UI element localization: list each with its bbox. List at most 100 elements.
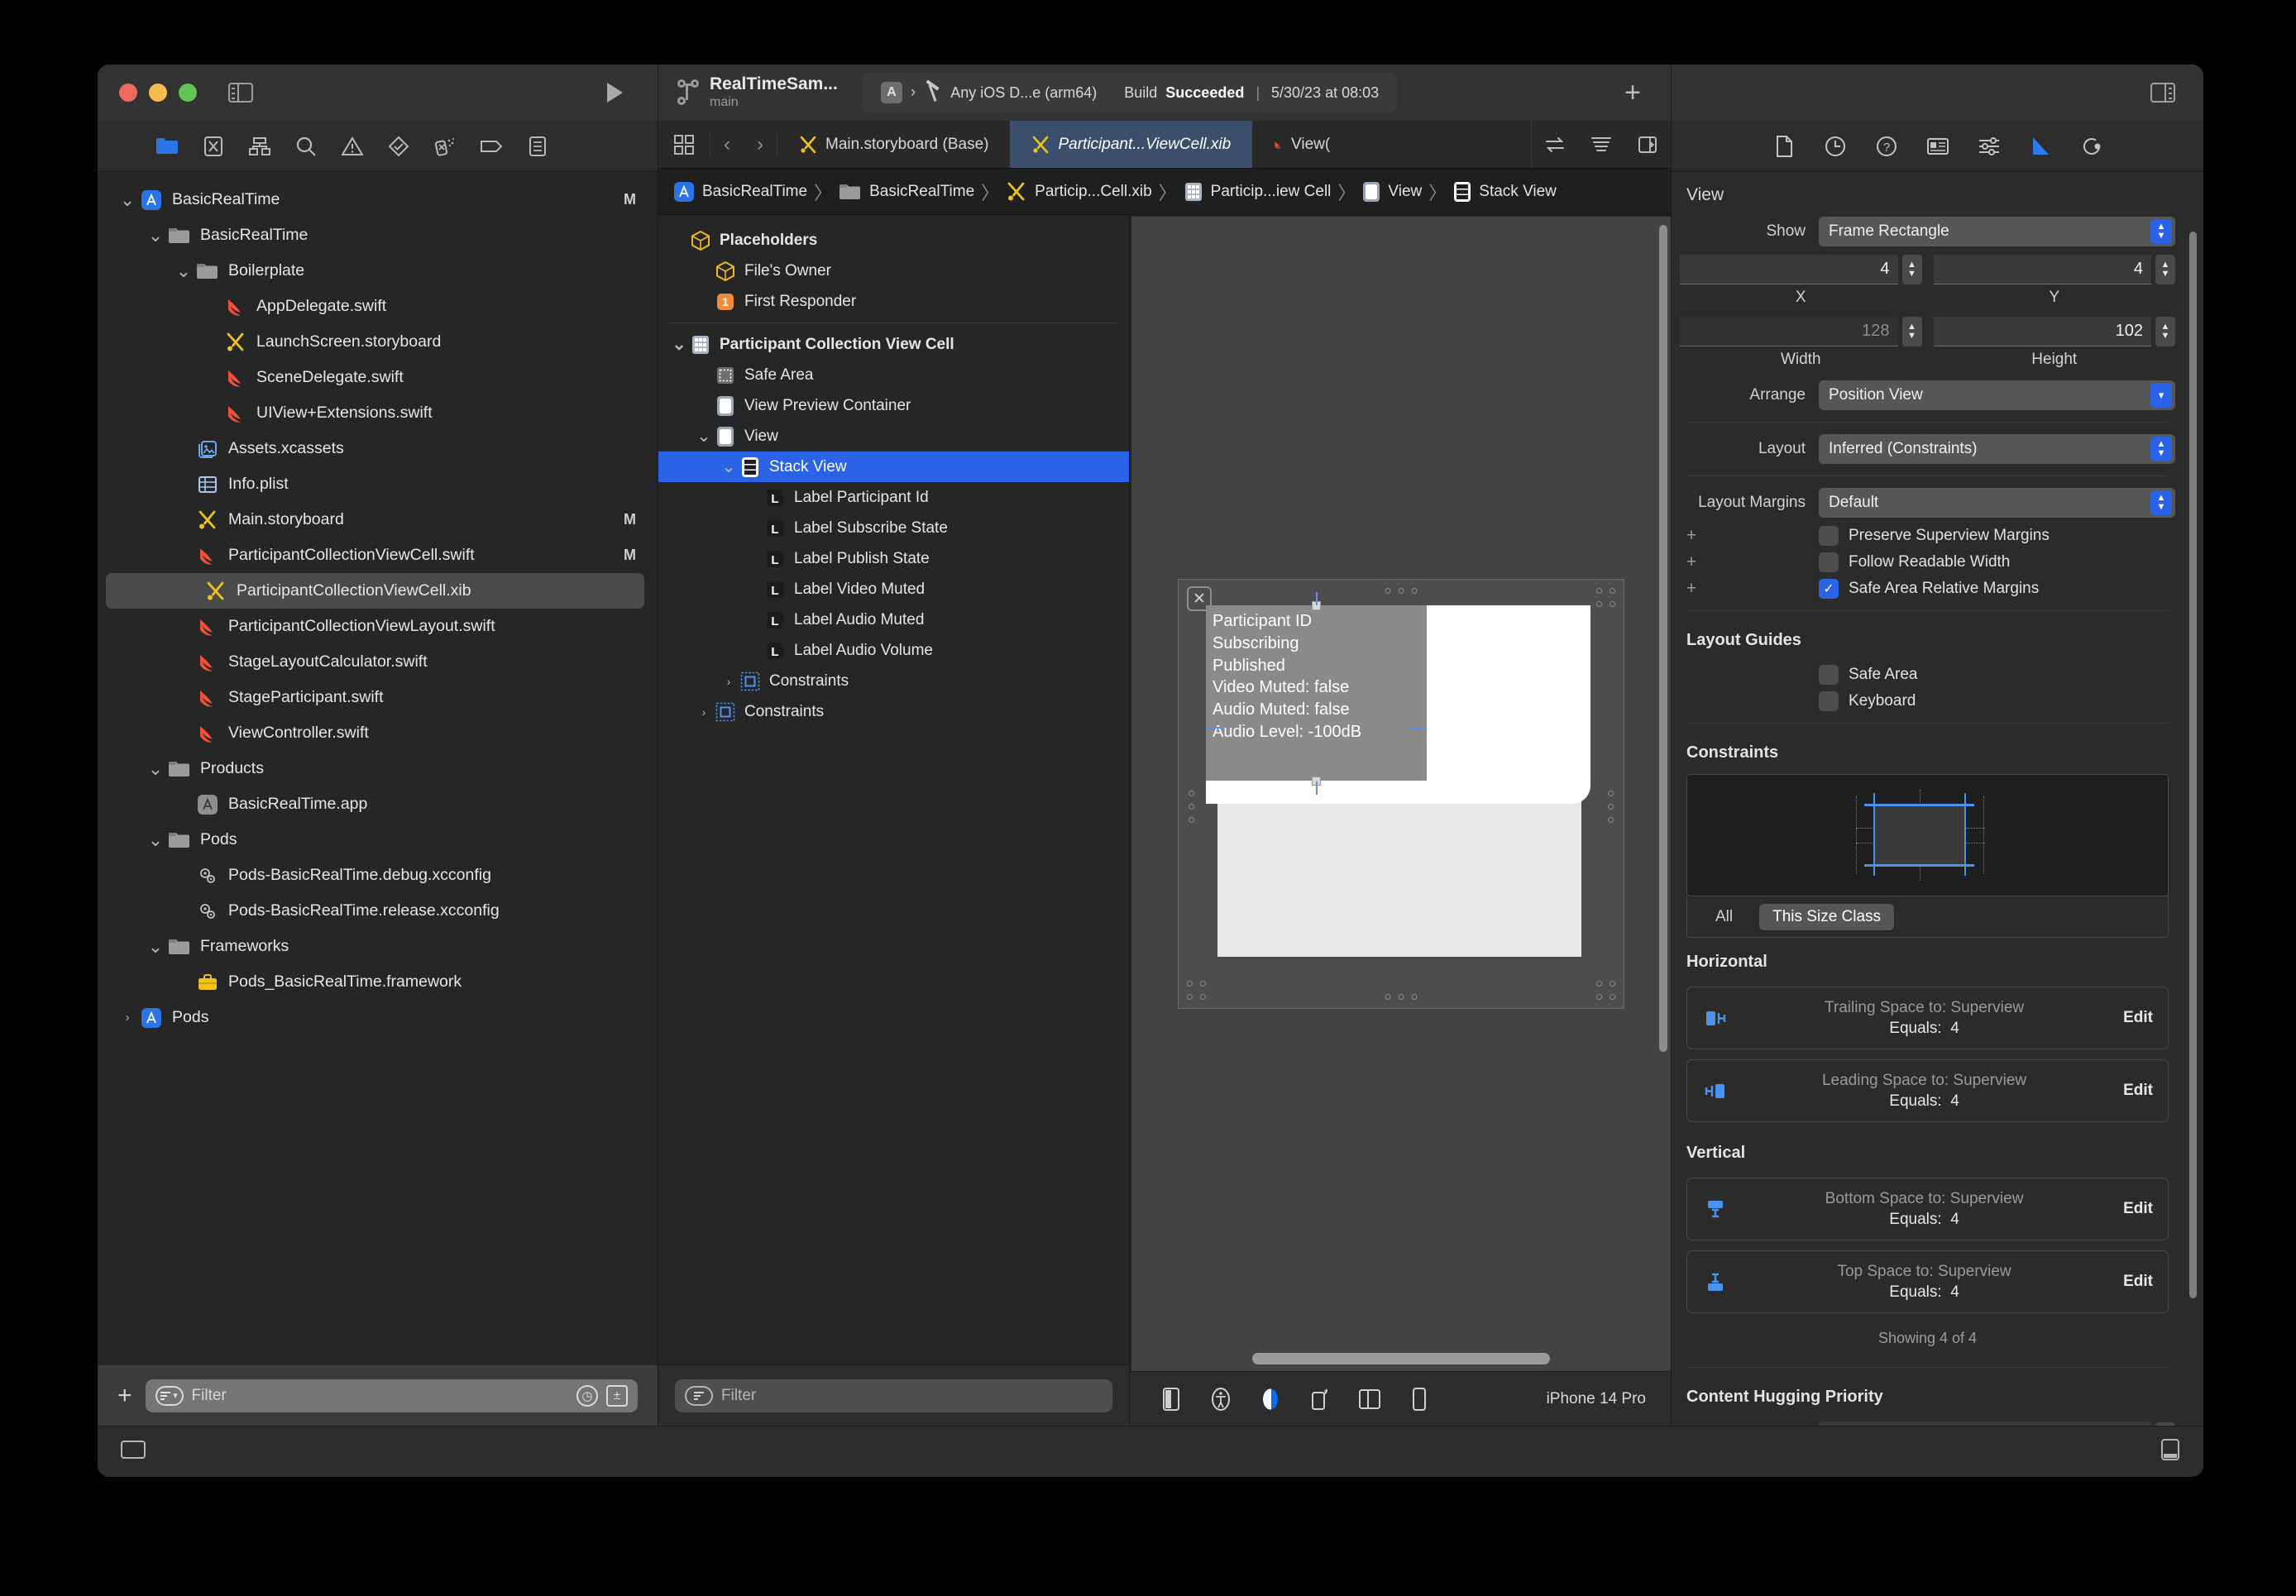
outline-row[interactable]: L Label Subscribe State (658, 513, 1129, 543)
outline-row[interactable]: ⌄ View (658, 421, 1129, 452)
navigator-row[interactable]: BasicRealTime.app (98, 786, 658, 822)
y-input[interactable]: 4 (1933, 255, 2151, 284)
navigator-row[interactable]: Pods-BasicRealTime.release.xcconfig (98, 893, 658, 929)
edit-constraint-button[interactable]: Edit (2123, 1200, 2153, 1218)
layout-select[interactable]: Inferred (Constraints) ▲ ▼ (1819, 434, 2175, 464)
close-window-button[interactable] (119, 84, 137, 102)
safe-area-guide-checkbox[interactable] (1819, 665, 1839, 685)
outline-list-icon[interactable] (1578, 121, 1624, 168)
outline-row[interactable]: Placeholders (658, 225, 1129, 256)
outline-row[interactable]: › Constraints (658, 696, 1129, 727)
editor-history-nav[interactable]: ‹ › (710, 121, 777, 168)
navigator-row[interactable]: ⌄ BasicRealTime (98, 217, 658, 253)
navigator-row[interactable]: ⌄ Pods (98, 822, 658, 858)
tab-main-storyboard[interactable]: Main.storyboard (Base) (777, 121, 1010, 168)
related-items-icon[interactable] (1532, 121, 1578, 168)
project-identity[interactable]: RealTimeSam... main (710, 74, 838, 111)
outline-row[interactable]: View Preview Container (658, 390, 1129, 421)
follow-readable-width-checkbox[interactable] (1819, 552, 1839, 572)
constraint-leading-space[interactable]: Leading Space to: Superview Equals: 4 Ed… (1686, 1059, 2169, 1122)
find-icon[interactable] (283, 130, 329, 163)
chevron-updown-icon[interactable]: ▲ ▼ (2150, 437, 2172, 461)
add-variation-icon[interactable]: + (1680, 526, 1703, 546)
disclosure-open-icon[interactable]: ⌄ (695, 428, 713, 445)
breakpoint-tag-icon[interactable] (468, 130, 514, 163)
navigator-filter-field[interactable]: ▾ Filter ◷ ± (145, 1379, 638, 1412)
tab-participant-viewcell-xib[interactable]: Participant...ViewCell.xib (1010, 121, 1253, 168)
issue-warning-icon[interactable] (329, 130, 375, 163)
accessibility-icon[interactable] (1204, 1383, 1237, 1416)
report-icon[interactable] (514, 130, 561, 163)
interface-builder-canvas[interactable]: ✕ Participant ID Subscribing Published V… (1131, 217, 1671, 1371)
outline-row[interactable]: ⌄ Participant Collection View Cell (658, 329, 1129, 360)
canvas-horizontal-scrollbar[interactable] (1252, 1353, 1550, 1364)
toggle-navigator-icon[interactable] (228, 83, 253, 103)
recent-files-icon[interactable]: ◷ (576, 1384, 598, 1407)
constraints-scope-segment[interactable]: All This Size Class (1686, 896, 2169, 938)
document-outline-list[interactable]: Placeholders File's Owner 1 First Responder… (658, 215, 1129, 1364)
navigator-row[interactable]: ParticipantCollectionViewCell.xib (106, 573, 644, 609)
file-inspector-icon[interactable] (1758, 130, 1810, 163)
toggle-debug-area-icon[interactable] (121, 1440, 147, 1464)
add-editor-right-icon[interactable] (1624, 121, 1671, 168)
segment-this-size-class[interactable]: This Size Class (1759, 903, 1895, 930)
navigator-row[interactable]: StageLayoutCalculator.swift (98, 644, 658, 680)
hugging-horizontal-stepper[interactable]: ▲▼ (2155, 1422, 2175, 1426)
segment-all[interactable]: All (1702, 904, 1746, 930)
keyboard-guide-checkbox[interactable] (1819, 691, 1839, 711)
arrange-select[interactable]: Position View ▾ (1819, 380, 2175, 410)
edit-constraint-button[interactable]: Edit (2123, 1273, 2153, 1291)
outline-row[interactable]: L Label Participant Id (658, 482, 1129, 513)
show-select[interactable]: Frame Rectangle ▲ ▼ (1819, 217, 2175, 246)
inspector-scroll-area[interactable]: View Show Frame Rectangle ▲ ▼ 4 ▲ ▼ X 4 … (1672, 172, 2203, 1426)
bottom-left-resize-dots[interactable] (1187, 981, 1206, 1000)
history-inspector-icon[interactable] (1810, 130, 1861, 163)
edit-constraint-button[interactable]: Edit (2123, 1082, 2153, 1100)
preserve-superview-margins-checkbox[interactable] (1819, 526, 1839, 546)
back-icon[interactable]: ‹ (710, 133, 744, 156)
outline-row[interactable]: ⌄ Stack View (658, 452, 1129, 482)
constraint-trailing-space[interactable]: Trailing Space to: Superview Equals: 4 E… (1686, 987, 2169, 1049)
add-variation-icon[interactable]: + (1680, 552, 1703, 572)
breadcrumb-item[interactable]: BasicRealTime (673, 181, 807, 203)
outline-row[interactable]: 1 First Responder (658, 286, 1129, 317)
outline-row[interactable]: L Label Audio Volume (658, 635, 1129, 666)
disclosure-open-icon[interactable]: ⌄ (146, 226, 165, 244)
cell-design-surface[interactable]: ✕ Participant ID Subscribing Published V… (1178, 579, 1624, 1009)
navigator-row[interactable]: Pods-BasicRealTime.debug.xcconfig (98, 858, 658, 893)
debug-spray-icon[interactable] (422, 130, 468, 163)
disclosure-open-icon[interactable]: ⌄ (720, 458, 738, 475)
layout-margins-select[interactable]: Default ▲ ▼ (1819, 488, 2175, 518)
add-variation-icon[interactable]: + (1680, 579, 1703, 599)
breadcrumb-item[interactable]: Particip...Cell.xib (1006, 181, 1152, 203)
canvas-device-name[interactable]: iPhone 14 Pro (1547, 1390, 1646, 1408)
zoom-window-button[interactable] (179, 84, 197, 102)
disclosure-closed-icon[interactable]: › (117, 1011, 137, 1025)
navigator-row[interactable]: ⌄ Boilerplate (98, 253, 658, 289)
navigator-row[interactable]: Main.storyboard M (98, 502, 658, 538)
outline-row[interactable]: › Constraints (658, 666, 1129, 696)
disclosure-closed-icon[interactable]: › (720, 675, 738, 688)
disclosure-open-icon[interactable]: ⌄ (670, 336, 688, 353)
navigator-row[interactable]: ParticipantCollectionViewCell.swift M (98, 538, 658, 573)
navigator-row[interactable]: ⌄ Frameworks (98, 929, 658, 964)
minimize-window-button[interactable] (149, 84, 167, 102)
navigator-row[interactable]: UIView+Extensions.swift (98, 395, 658, 431)
symbol-hierarchy-icon[interactable] (237, 130, 283, 163)
test-diamond-icon[interactable] (375, 130, 422, 163)
source-control-filter-icon[interactable]: ± (606, 1384, 628, 1407)
split-view-icon[interactable] (1353, 1383, 1386, 1416)
connections-inspector-icon[interactable] (2066, 130, 2117, 163)
top-resize-dots[interactable] (1385, 588, 1418, 594)
toggle-inspector-status-icon[interactable] (2160, 1439, 2180, 1465)
breadcrumb-item[interactable]: BasicRealTime (839, 183, 974, 201)
disclosure-open-icon[interactable]: ⌄ (146, 937, 165, 955)
width-input[interactable]: 128 (1680, 317, 1898, 346)
chevron-updown-icon[interactable]: ▲ ▼ (2150, 219, 2172, 244)
y-stepper[interactable]: ▲ ▼ (2155, 255, 2175, 284)
navigator-row[interactable]: Assets.xcassets (98, 431, 658, 466)
identity-inspector-icon[interactable] (1912, 130, 1964, 163)
device-orientation-icon[interactable] (1155, 1383, 1188, 1416)
rotate-icon[interactable] (1303, 1383, 1337, 1416)
top-right-resize-dots[interactable] (1596, 588, 1615, 607)
